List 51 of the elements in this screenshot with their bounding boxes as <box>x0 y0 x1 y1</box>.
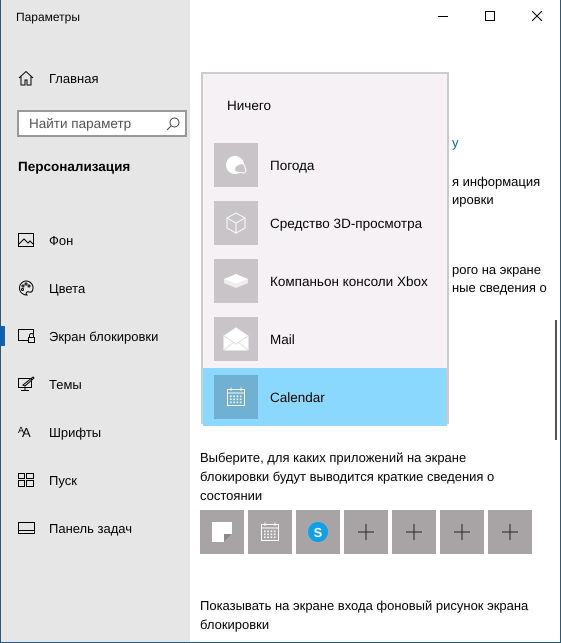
window-title: Параметры <box>15 9 81 26</box>
app-tile[interactable] <box>248 510 292 554</box>
add-icon <box>358 524 374 540</box>
menu-item[interactable]: Calendar <box>203 368 447 426</box>
sidebar-item[interactable]: Пуск <box>1 456 190 504</box>
add-app-button[interactable] <box>392 510 436 554</box>
mail-icon <box>223 327 249 351</box>
setting-text: я информация <box>452 173 542 191</box>
menu-item[interactable]: Средство 3D-просмотра <box>203 194 447 252</box>
setting-text: ировки <box>452 191 495 209</box>
sidebar-item[interactable]: Темы <box>1 360 190 408</box>
menu-item[interactable]: Погода <box>203 136 447 194</box>
app-tile[interactable] <box>200 510 244 554</box>
home-icon <box>18 70 34 86</box>
home-link[interactable]: Главная <box>1 66 190 90</box>
skype-icon: S <box>308 522 328 542</box>
link-text[interactable]: у <box>452 134 560 152</box>
lock-screen-icon <box>18 329 35 343</box>
taskbar-icon <box>18 522 35 534</box>
menu-item[interactable]: Компаньон консоли Xbox <box>203 252 447 310</box>
close-icon <box>532 11 542 21</box>
calendar-icon <box>259 521 281 543</box>
add-icon <box>454 524 470 540</box>
weather-icon <box>224 153 248 177</box>
section-heading: Персонализация <box>18 159 132 176</box>
sidebar-item[interactable]: Экран блокировки <box>1 312 190 360</box>
search-icon <box>166 117 180 131</box>
setting-text: рого на экране <box>452 261 542 279</box>
menu-item[interactable]: Mail <box>203 310 447 368</box>
cube-icon <box>224 211 248 235</box>
picture-icon <box>18 233 34 247</box>
add-icon <box>502 524 518 540</box>
maximize-icon <box>484 11 494 21</box>
console-icon <box>223 273 249 289</box>
add-icon <box>406 524 422 540</box>
palette-icon <box>18 280 34 296</box>
start-icon <box>18 473 34 487</box>
calendar-icon <box>225 386 247 408</box>
menu-item[interactable]: Ничего <box>203 74 447 136</box>
add-app-button[interactable] <box>344 510 388 554</box>
sidebar-item[interactable]: Цвета <box>1 264 190 312</box>
status-apps-description: Выберите, для каких приложений на экране блокировки будут выводится краткие сведения о состоянии <box>200 449 496 505</box>
add-app-button[interactable] <box>488 510 532 554</box>
themes-icon <box>18 376 35 392</box>
sticky-note-icon <box>211 521 233 543</box>
sidebar-item[interactable]: Фон <box>1 216 190 264</box>
sidebar-item[interactable]: Панель задач <box>1 504 190 552</box>
search-field[interactable]: Найти параметр <box>17 110 187 137</box>
add-app-button[interactable] <box>440 510 484 554</box>
setting-text: ные сведения о <box>452 279 548 297</box>
signin-background-text: Показывать на экране входа фоновый рисунок экрана блокировки <box>200 597 530 634</box>
